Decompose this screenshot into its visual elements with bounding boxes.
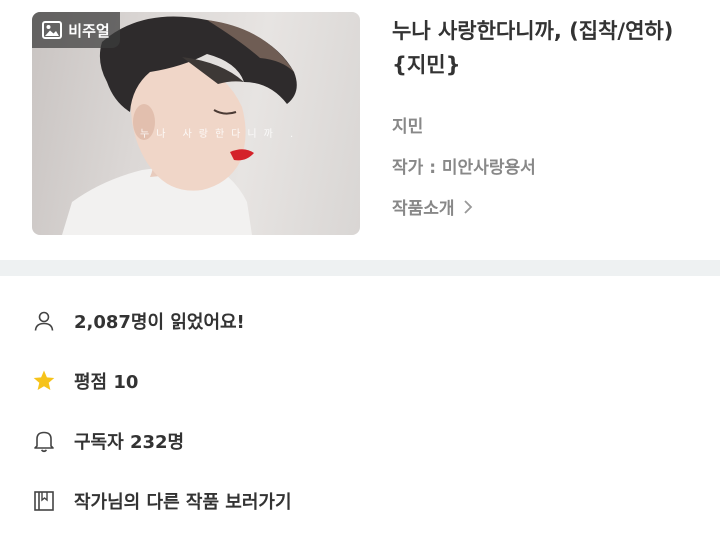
- person-icon: [32, 309, 56, 333]
- other-works-link[interactable]: 작가님의 다른 작품 보러가기: [32, 481, 692, 521]
- rating-value: 평점 10: [74, 372, 139, 393]
- intro-link[interactable]: 작품소개: [392, 194, 473, 219]
- work-header: 누나 사랑한다니까 . 비주얼 누나 사랑한다니까, (집착/연하) {지민} …: [0, 0, 720, 260]
- cover-overlay-text: 누나 사랑한다니까 .: [140, 129, 301, 140]
- visual-badge: 비주얼: [32, 12, 120, 48]
- readers-row: 2,087명이 읽었어요!: [32, 301, 692, 341]
- chevron-right-icon: [463, 199, 472, 214]
- visual-badge-label: 비주얼: [68, 21, 110, 40]
- star-icon: [32, 369, 56, 393]
- section-divider: [0, 260, 720, 276]
- subscribers-row: 구독자 232명: [32, 421, 692, 461]
- subscribers-count: 구독자 232명: [74, 432, 185, 453]
- work-genre: 지민: [392, 117, 424, 137]
- other-works-label: 작가님의 다른 작품 보러가기: [74, 492, 292, 513]
- author-line[interactable]: 작가 : 미안사랑용서: [392, 153, 536, 178]
- image-icon: [42, 21, 63, 39]
- book-icon: [32, 489, 56, 513]
- work-title: 누나 사랑한다니까, (집착/연하) {지민}: [392, 19, 674, 77]
- intro-link-label: 작품소개: [392, 199, 455, 219]
- work-detail-page: 누나 사랑한다니까 . 비주얼 누나 사랑한다니까, (집착/연하) {지민} …: [0, 0, 720, 540]
- bell-icon: [32, 429, 56, 453]
- rating-row: 평점 10: [32, 361, 692, 401]
- readers-count: 2,087명이 읽었어요!: [74, 312, 245, 333]
